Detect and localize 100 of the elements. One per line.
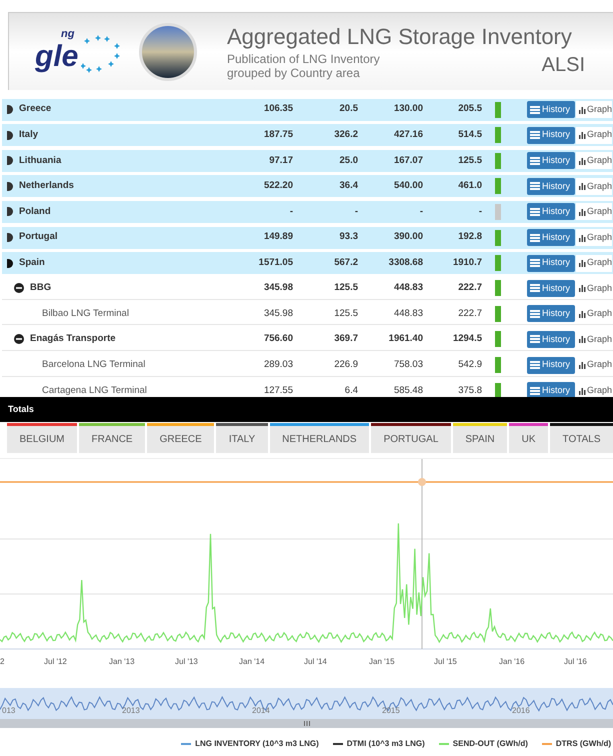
country-tab[interactable]: ITALY bbox=[216, 423, 268, 453]
expand-icon[interactable] bbox=[7, 156, 13, 166]
value-cell-text: - bbox=[478, 204, 482, 219]
bar-chart-icon bbox=[579, 361, 586, 370]
legend-label[interactable]: DTMI (10^3 m3 LNG) bbox=[346, 738, 425, 750]
row-name: Greece bbox=[19, 102, 52, 116]
country-tab[interactable]: UK bbox=[509, 423, 548, 453]
value-cell-text: 36.4 bbox=[338, 179, 358, 194]
value-cell-text: 514.5 bbox=[457, 128, 482, 142]
country-tab[interactable]: GREECE bbox=[147, 423, 214, 453]
subtitle-line: Publication of LNG Inventory bbox=[227, 52, 380, 66]
graph-button[interactable]: Graph bbox=[576, 203, 612, 220]
logo-wordmark: gle bbox=[35, 42, 78, 72]
value-cell-text: 125.5 bbox=[333, 281, 358, 296]
value-cell-text: 1294.5 bbox=[452, 332, 482, 346]
expand-icon[interactable] bbox=[7, 130, 13, 140]
list-icon bbox=[530, 284, 540, 292]
country-tab[interactable]: NETHERLANDS bbox=[270, 423, 370, 453]
legend-label[interactable]: LNG INVENTORY (10^3 m3 LNG) bbox=[195, 738, 319, 750]
graph-button[interactable]: Graph bbox=[576, 152, 612, 170]
history-button[interactable]: History bbox=[527, 280, 575, 297]
value-cell-text: 187.75 bbox=[262, 128, 293, 142]
value-cell-text: 758.03 bbox=[392, 358, 423, 372]
row-name: Enagás Transporte bbox=[30, 332, 116, 346]
value-cell-text: 97.17 bbox=[268, 154, 293, 168]
country-tab[interactable]: BELGIUM bbox=[7, 423, 77, 453]
country-tab[interactable]: TOTALS bbox=[550, 423, 613, 453]
country-tab[interactable]: FRANCE bbox=[79, 423, 146, 453]
list-icon bbox=[530, 234, 540, 242]
legend-label[interactable]: DTRS (GWh/d) bbox=[556, 738, 611, 750]
bar-chart-icon bbox=[579, 156, 586, 165]
history-button[interactable]: History bbox=[527, 330, 575, 348]
graph-button[interactable]: Graph bbox=[576, 126, 612, 144]
row-name: BBG bbox=[30, 281, 52, 296]
collapse-icon[interactable] bbox=[14, 283, 24, 294]
history-button[interactable]: History bbox=[527, 356, 575, 374]
history-button[interactable]: History bbox=[527, 254, 575, 272]
history-button[interactable]: History bbox=[527, 178, 575, 195]
graph-button[interactable]: Graph bbox=[576, 178, 612, 195]
country-tab[interactable]: SPAIN bbox=[452, 423, 508, 453]
value-cell-text: 461.0 bbox=[457, 179, 482, 194]
value-cell-text: 1961.40 bbox=[388, 332, 423, 346]
value-cell-text: 93.3 bbox=[338, 230, 358, 244]
expand-icon[interactable] bbox=[7, 233, 13, 242]
value-cell-text: 345.98 bbox=[262, 306, 293, 321]
value-cell-text: 448.83 bbox=[392, 306, 423, 321]
collapse-icon[interactable] bbox=[14, 334, 24, 344]
list-icon bbox=[530, 386, 540, 395]
axis-label: Jan '16 bbox=[499, 656, 525, 668]
history-button[interactable]: History bbox=[527, 382, 575, 397]
value-cell-text: 20.5 bbox=[338, 102, 358, 116]
value-cell-text: 222.7 bbox=[457, 281, 482, 296]
value-cell-text: 222.7 bbox=[457, 306, 482, 321]
graph-button[interactable]: Graph bbox=[576, 254, 612, 272]
country-tab[interactable]: PORTUGAL bbox=[371, 423, 451, 453]
axis-label: Jan '13 bbox=[109, 656, 135, 668]
row-name: Cartagena LNG Terminal bbox=[42, 384, 147, 397]
expand-icon[interactable] bbox=[7, 182, 13, 191]
expand-icon[interactable] bbox=[7, 105, 13, 114]
value-cell-text: 1571.05 bbox=[258, 256, 293, 270]
bar-chart-icon bbox=[579, 208, 586, 216]
value-cell-text: 390.00 bbox=[392, 230, 423, 244]
legend-label[interactable]: SEND-OUT (GWh/d) bbox=[452, 738, 528, 750]
history-button[interactable]: History bbox=[527, 203, 575, 220]
history-button[interactable]: History bbox=[527, 126, 575, 144]
bar-chart-icon bbox=[579, 386, 586, 395]
value-cell-text: 585.48 bbox=[392, 384, 423, 397]
grip-icon bbox=[304, 721, 310, 726]
value-cell-text: 375.8 bbox=[457, 384, 482, 397]
row-name: Lithuania bbox=[19, 154, 62, 168]
value-cell-text: 127.55 bbox=[262, 384, 293, 397]
list-icon bbox=[530, 156, 540, 165]
value-cell-text: 345.98 bbox=[262, 281, 293, 296]
bar-chart-icon bbox=[579, 131, 586, 140]
value-cell-text: 130.00 bbox=[392, 102, 423, 116]
history-button[interactable]: History bbox=[527, 229, 575, 246]
bar-chart-icon bbox=[579, 182, 586, 190]
value-cell-text: 6.4 bbox=[344, 384, 358, 397]
list-icon bbox=[530, 335, 540, 344]
logo-superscript: ng bbox=[61, 26, 74, 42]
graph-button[interactable]: Graph bbox=[576, 101, 612, 118]
history-button[interactable]: History bbox=[527, 152, 575, 170]
expand-icon[interactable] bbox=[7, 258, 13, 268]
bar-chart-icon bbox=[579, 310, 586, 318]
value-cell-text: 289.03 bbox=[262, 358, 293, 372]
value-cell-text: 25.0 bbox=[338, 154, 358, 168]
row-name: Netherlands bbox=[19, 179, 74, 194]
list-icon bbox=[530, 131, 540, 140]
history-button[interactable]: History bbox=[527, 305, 575, 322]
navigator-label: 2016 bbox=[512, 705, 530, 717]
list-icon bbox=[530, 361, 540, 370]
history-button[interactable]: History bbox=[527, 101, 575, 118]
expand-icon[interactable] bbox=[7, 207, 13, 216]
axis-label: Jul '12 bbox=[44, 656, 67, 668]
graph-button[interactable]: Graph bbox=[576, 229, 612, 246]
row-name: Portugal bbox=[19, 230, 58, 244]
navigator-label: 2014 bbox=[252, 705, 270, 717]
axis-label: 2 bbox=[0, 656, 4, 668]
scrollbar[interactable] bbox=[0, 719, 613, 728]
value-cell-text: 167.07 bbox=[392, 154, 423, 168]
